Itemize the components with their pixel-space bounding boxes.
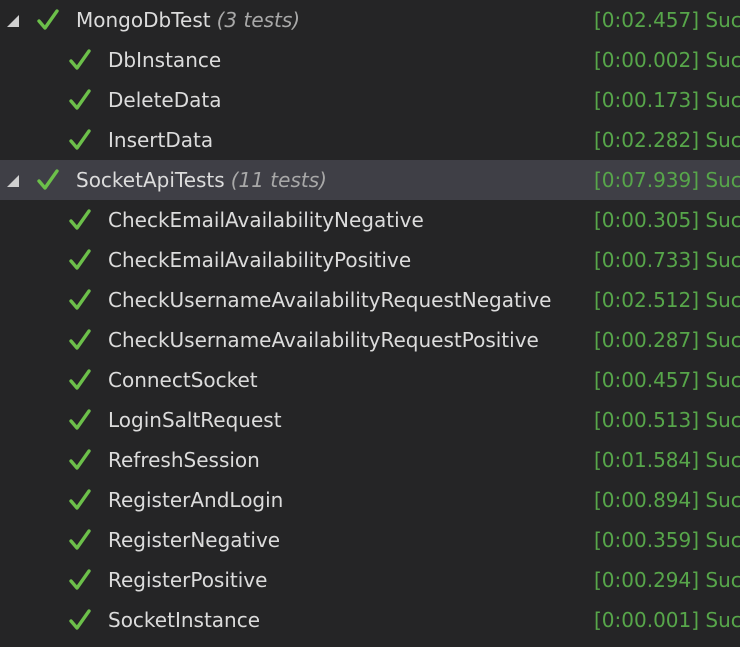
test-result: [0:00.894] Suc xyxy=(594,488,740,512)
test-name: SocketInstance xyxy=(108,608,261,632)
test-result: [0:00.513] Suc xyxy=(594,408,740,432)
check-icon xyxy=(69,329,91,350)
check-icon xyxy=(37,169,59,190)
check-icon xyxy=(69,449,91,470)
expanded-triangle-icon[interactable] xyxy=(6,14,20,28)
test-row[interactable]: LoginSaltRequest [0:00.513] Suc xyxy=(0,400,740,440)
test-explorer-tree: MongoDbTest (3 tests) [0:02.457] Suc DbInst… xyxy=(0,0,740,647)
check-icon xyxy=(69,289,91,310)
check-icon xyxy=(69,409,91,430)
test-name: RegisterAndLogin xyxy=(108,488,284,512)
test-result: [0:02.512] Suc xyxy=(594,288,740,312)
test-row[interactable]: DbInstance [0:00.002] Suc xyxy=(0,40,740,80)
test-name: DbInstance xyxy=(108,48,222,72)
test-result: [0:00.305] Suc xyxy=(594,208,740,232)
test-result: [0:07.939] Suc xyxy=(594,168,740,192)
expanded-triangle-icon[interactable] xyxy=(6,174,20,188)
test-result: [0:00.359] Suc xyxy=(594,528,740,552)
check-icon xyxy=(69,49,91,70)
test-name: CheckEmailAvailabilityPositive xyxy=(108,248,412,272)
test-group-row[interactable]: MongoDbTest (3 tests) [0:02.457] Suc xyxy=(0,0,740,40)
test-name: LoginSaltRequest xyxy=(108,408,282,432)
test-row[interactable]: RegisterPositive [0:00.294] Suc xyxy=(0,560,740,600)
test-row[interactable]: CheckUsernameAvailabilityRequestPositive… xyxy=(0,320,740,360)
test-group-label: SocketApiTests (11 tests) xyxy=(76,160,327,200)
test-row[interactable]: CheckEmailAvailabilityPositive [0:00.733]… xyxy=(0,240,740,280)
test-group-name: SocketApiTests xyxy=(76,168,225,192)
test-row[interactable]: SocketInstance [0:00.001] Suc xyxy=(0,600,740,640)
test-row[interactable]: InsertData [0:02.282] Suc xyxy=(0,120,740,160)
test-name: RefreshSession xyxy=(108,448,260,472)
check-icon xyxy=(69,609,91,630)
test-row[interactable]: RegisterAndLogin [0:00.894] Suc xyxy=(0,480,740,520)
test-row[interactable]: DeleteData [0:00.173] Suc xyxy=(0,80,740,120)
check-icon xyxy=(69,569,91,590)
test-result: [0:00.294] Suc xyxy=(594,568,740,592)
test-row[interactable]: RegisterNegative [0:00.359] Suc xyxy=(0,520,740,560)
test-row[interactable]: RefreshSession [0:01.584] Suc xyxy=(0,440,740,480)
test-name: RegisterPositive xyxy=(108,568,268,592)
test-result: [0:00.287] Suc xyxy=(594,328,740,352)
test-result: [0:00.173] Suc xyxy=(594,88,740,112)
check-icon xyxy=(69,89,91,110)
test-name: RegisterNegative xyxy=(108,528,281,552)
test-name: DeleteData xyxy=(108,88,222,112)
test-result: [0:01.584] Suc xyxy=(594,448,740,472)
test-name: ConnectSocket xyxy=(108,368,258,392)
check-icon xyxy=(69,209,91,230)
test-result: [0:00.457] Suc xyxy=(594,368,740,392)
test-name: CheckUsernameAvailabilityRequestPositive xyxy=(108,328,539,352)
test-result: [0:00.002] Suc xyxy=(594,48,740,72)
test-result: [0:00.733] Suc xyxy=(594,248,740,272)
test-name: CheckEmailAvailabilityNegative xyxy=(108,208,424,232)
test-name: CheckUsernameAvailabilityRequestNegative xyxy=(108,288,552,312)
check-icon xyxy=(69,369,91,390)
test-group-label: MongoDbTest (3 tests) xyxy=(76,0,300,40)
test-row[interactable]: ConnectSocket [0:00.457] Suc xyxy=(0,360,740,400)
check-icon xyxy=(69,129,91,150)
check-icon xyxy=(69,249,91,270)
check-icon xyxy=(69,489,91,510)
check-icon xyxy=(69,529,91,550)
test-result: [0:02.282] Suc xyxy=(594,128,740,152)
test-row[interactable]: CheckEmailAvailabilityNegative [0:00.305]… xyxy=(0,200,740,240)
test-group-row[interactable]: SocketApiTests (11 tests) [0:07.939] Suc xyxy=(0,160,740,200)
test-count: (3 tests) xyxy=(216,8,301,32)
check-icon xyxy=(37,9,59,30)
test-row[interactable]: CheckUsernameAvailabilityRequestNegative… xyxy=(0,280,740,320)
test-result: [0:02.457] Suc xyxy=(594,8,740,32)
test-name: InsertData xyxy=(108,128,214,152)
test-result: [0:00.001] Suc xyxy=(594,608,740,632)
test-group-name: MongoDbTest xyxy=(76,8,211,32)
test-count: (11 tests) xyxy=(230,168,327,192)
